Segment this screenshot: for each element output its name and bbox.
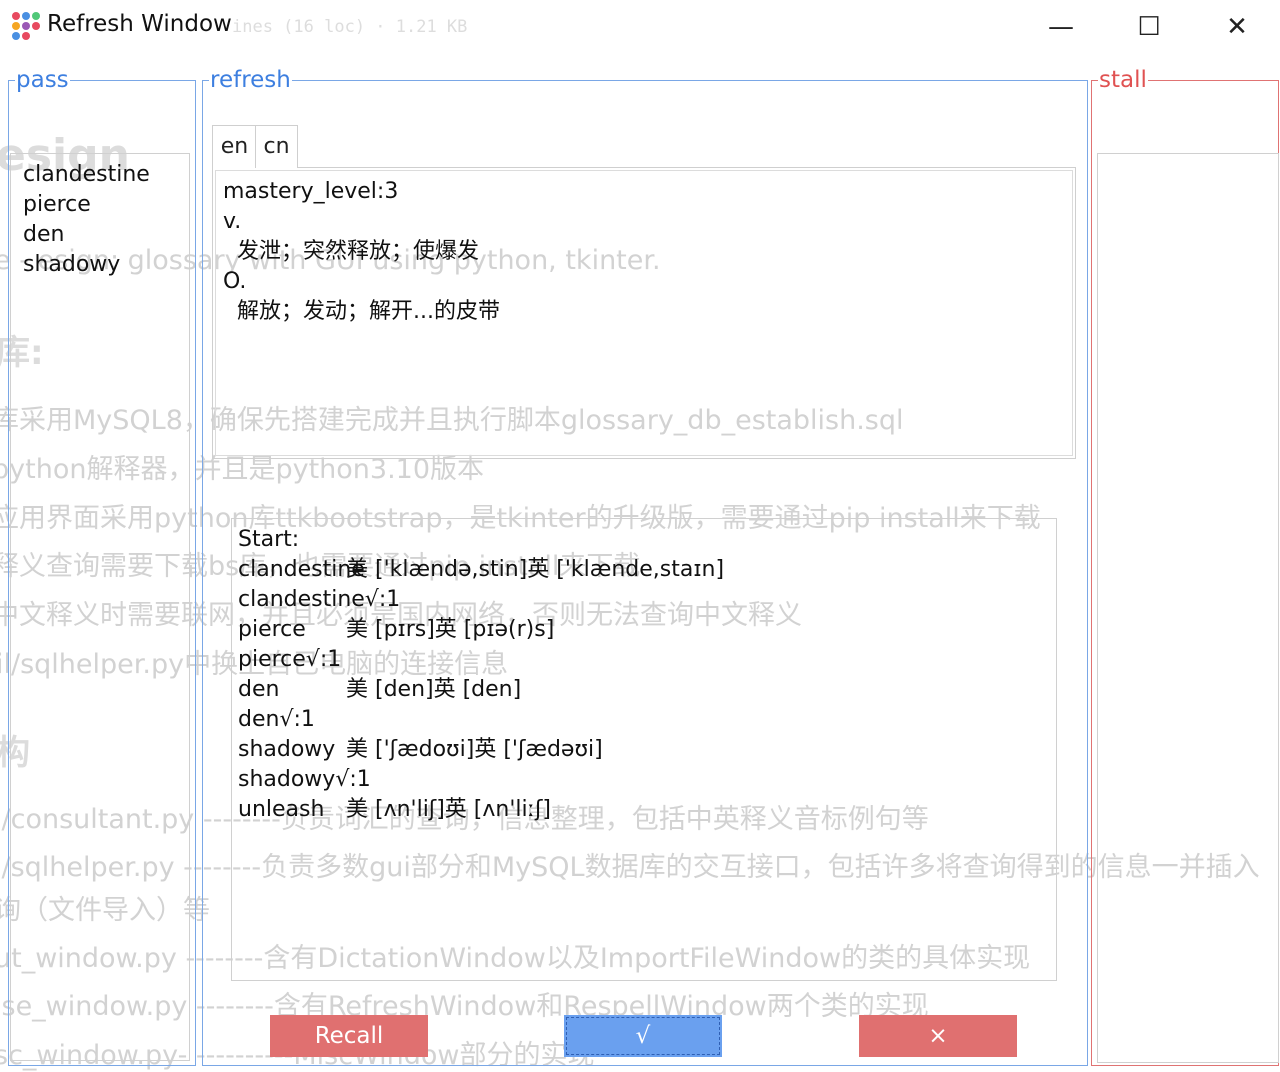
definition-line: O. <box>223 269 247 294</box>
output-line: shadowy 美 ['ʃædoʊi]英 ['ʃædəʊi] <box>232 735 1056 765</box>
title-bar[interactable]: Refresh Window — ☐ ✕ <box>0 0 1280 54</box>
list-item[interactable]: clandestine <box>11 160 189 190</box>
recall-button[interactable]: Recall <box>270 1015 428 1057</box>
list-item[interactable]: den <box>11 220 189 250</box>
tab-en[interactable]: en <box>212 125 257 168</box>
output-phonetic: 美 ['klændə,stin]英 ['klænde,staɪn] <box>346 557 725 582</box>
output-word: clandestine <box>238 557 365 582</box>
definition-line: 发泄；突然释放；使爆发 <box>223 239 479 264</box>
output-line: den√:1 <box>232 705 1056 735</box>
output-line: unleash 美 [ʌn'liʃ]英 [ʌn'liːʃ] <box>232 795 1056 825</box>
output-phonetic: 美 ['ʃædoʊi]英 ['ʃædəʊi] <box>346 737 603 762</box>
definition-line: 解放；发动；解开...的皮带 <box>223 299 500 324</box>
output-word: shadowy√:1 <box>238 767 371 792</box>
definition-panel: mastery_level:3 v. 发泄；突然释放；使爆发 O. 解放；发动；… <box>212 167 1076 459</box>
output-word: shadowy <box>238 737 336 762</box>
stall-listbox[interactable] <box>1097 153 1279 1063</box>
definition-text[interactable]: mastery_level:3 v. 发泄；突然释放；使爆发 O. 解放；发动；… <box>215 170 1073 456</box>
output-line: pierce 美 [pɪrs]英 [pɪə(r)s] <box>232 615 1056 645</box>
maximize-icon: ☐ <box>1137 12 1161 42</box>
output-word: pierce√:1 <box>238 647 342 672</box>
output-word: pierce <box>238 617 306 642</box>
output-line: clandestine美 ['klændə,stin]英 ['klænde,st… <box>232 555 1056 585</box>
output-word: den <box>238 677 280 702</box>
pass-frame-label: pass <box>15 66 70 94</box>
output-log[interactable]: Start: clandestine美 ['klændə,stin]英 ['kl… <box>231 518 1057 981</box>
output-line: shadowy√:1 <box>232 765 1056 795</box>
correct-button[interactable]: √ <box>564 1015 722 1057</box>
maximize-button[interactable]: ☐ <box>1105 0 1193 54</box>
close-icon: ✕ <box>1226 12 1248 42</box>
output-line: den 美 [den]英 [den] <box>232 675 1056 705</box>
output-word: unleash <box>238 797 325 822</box>
minimize-button[interactable]: — <box>1017 0 1105 54</box>
output-phonetic: 美 [den]英 [den] <box>346 677 522 702</box>
output-line: clandestine√:1 <box>232 585 1056 615</box>
window-title: Refresh Window <box>47 11 232 37</box>
output-phonetic: 美 [ʌn'liʃ]英 [ʌn'liːʃ] <box>346 797 551 822</box>
output-word: den√:1 <box>238 707 315 732</box>
definition-line: v. <box>223 209 242 234</box>
output-word: clandestine√:1 <box>238 587 401 612</box>
close-button[interactable]: ✕ <box>1193 0 1280 54</box>
stall-frame-label: stall <box>1098 66 1148 94</box>
output-phonetic: 美 [pɪrs]英 [pɪə(r)s] <box>346 617 555 642</box>
tab-cn[interactable]: cn <box>255 125 298 168</box>
wrong-button[interactable]: × <box>859 1015 1017 1057</box>
list-item[interactable]: pierce <box>11 190 189 220</box>
minimize-icon: — <box>1048 12 1074 42</box>
list-item[interactable]: shadowy <box>11 250 189 280</box>
refresh-frame-label: refresh <box>209 66 292 94</box>
definition-line: mastery_level:3 <box>223 179 399 204</box>
output-header: Start: <box>238 527 300 552</box>
app-icon <box>12 12 40 40</box>
pass-listbox[interactable]: clandestine pierce den shadowy <box>10 153 190 1061</box>
output-line: pierce√:1 <box>232 645 1056 675</box>
